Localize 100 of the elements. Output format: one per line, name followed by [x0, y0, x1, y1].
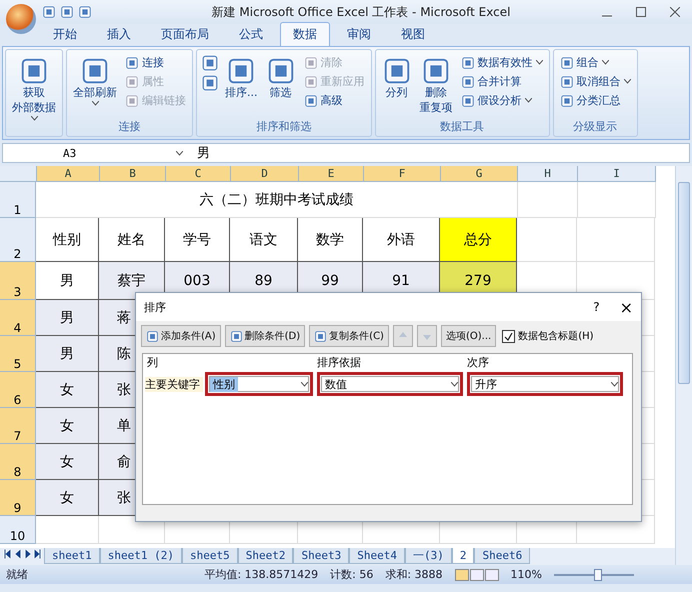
toolbar-button[interactable]: 选项(O)... — [440, 325, 496, 347]
ribbon-button[interactable]: 筛选 — [264, 54, 298, 103]
document-icon — [460, 94, 474, 108]
ribbon-button[interactable]: 连接 — [123, 54, 188, 71]
ribbon-button[interactable]: 排序... — [223, 54, 260, 103]
ribbon-button[interactable]: 删除 重复项 — [418, 54, 454, 118]
table-cell: 女 — [36, 372, 99, 408]
sort-descending-icon — [201, 74, 219, 92]
ribbon-button[interactable]: 假设分析 — [458, 92, 544, 109]
column-header[interactable]: F — [364, 166, 441, 182]
formula-field[interactable]: 男 — [189, 144, 689, 162]
column-header[interactable]: A — [37, 166, 100, 182]
document-icon — [125, 56, 139, 70]
row-header[interactable]: 1 — [0, 182, 36, 218]
row-header[interactable]: 4 — [0, 300, 36, 336]
help-button[interactable]: ? — [593, 300, 600, 314]
row-header[interactable]: 5 — [0, 336, 36, 372]
document-icon — [19, 56, 49, 86]
sheet-tab[interactable]: sheet5 — [182, 548, 238, 564]
table-cell: 语文 — [230, 218, 298, 262]
sort-level-label[interactable]: 主要关键字 — [145, 376, 203, 392]
ribbon-tab[interactable]: 数据 — [280, 22, 330, 46]
document-icon — [314, 330, 328, 342]
row-header[interactable]: 8 — [0, 444, 36, 480]
column-header[interactable]: G — [441, 166, 518, 182]
caret-icon — [611, 382, 618, 386]
ribbon-tab[interactable]: 公式 — [226, 22, 276, 46]
table-cell: 总分 — [440, 218, 517, 262]
checkbox[interactable] — [502, 330, 516, 342]
slider-thumb[interactable] — [594, 568, 602, 580]
toolbar-button[interactable]: 删除条件(D) — [224, 325, 306, 347]
row-header[interactable]: 6 — [0, 372, 36, 408]
empty-cell — [518, 182, 578, 218]
name-box[interactable]: A3 — [3, 146, 189, 160]
sheet-tab[interactable]: 一(3) — [404, 548, 452, 564]
ribbon-button[interactable]: 分类汇总 — [558, 92, 632, 109]
row-header[interactable]: 9 — [0, 480, 36, 516]
select-all-button[interactable] — [0, 166, 37, 182]
close-button[interactable]: × — [620, 298, 633, 316]
order-dropdown[interactable]: 升序 — [471, 376, 619, 392]
zoom-level: 110% — [510, 568, 542, 581]
ribbon-button[interactable]: 组合 — [558, 54, 632, 71]
sheet-tab[interactable]: Sheet6 — [474, 548, 530, 564]
ribbon-button[interactable]: 合并计算 — [458, 73, 544, 90]
sheet-tab[interactable]: sheet1 — [44, 548, 100, 564]
column-header[interactable]: B — [100, 166, 166, 182]
ribbon-button[interactable]: 取消组合 — [558, 73, 632, 90]
ribbon-button[interactable]: 全部刷新 — [71, 54, 119, 108]
table-cell: 外语 — [363, 218, 440, 262]
group-label: 分级显示 — [572, 119, 618, 135]
sort-ascending-icon — [201, 54, 219, 72]
row-header[interactable]: 7 — [0, 408, 36, 444]
column-heading: 次序 — [467, 355, 490, 370]
maximize-icon — [636, 7, 646, 17]
status-average: 平均值: 138.8571429 — [204, 567, 318, 582]
column-header[interactable]: H — [518, 166, 578, 182]
document-icon — [304, 74, 318, 88]
table-cell: 女 — [36, 444, 99, 480]
ribbon-tab[interactable]: 审阅 — [334, 22, 384, 46]
column-dropdown[interactable]: 性别 — [209, 376, 309, 392]
table-cell: 女 — [36, 480, 99, 516]
document-icon — [460, 56, 474, 70]
ribbon-button[interactable]: 高级 — [302, 92, 366, 109]
sheet-tab[interactable]: Sheet4 — [349, 548, 405, 564]
row-header[interactable]: 2 — [0, 218, 36, 262]
column-header[interactable]: C — [166, 166, 231, 182]
group-label: 排序和筛选 — [255, 119, 312, 135]
column-header[interactable]: E — [299, 166, 364, 182]
minimize-icon — [602, 15, 612, 17]
ribbon-tab[interactable]: 插入 — [94, 22, 144, 46]
sheet-tab[interactable]: Sheet3 — [293, 548, 350, 564]
document-icon — [560, 94, 574, 108]
window-title: 新建 Microsoft Office Excel 工作表 - Microsoft Excel — [210, 4, 512, 20]
table-cell: 女 — [36, 408, 99, 444]
view-buttons-icon[interactable] — [454, 568, 499, 580]
document-icon — [560, 56, 574, 70]
close-icon — [230, 330, 243, 342]
column-header[interactable]: I — [578, 166, 656, 182]
row-header[interactable]: 3 — [0, 262, 36, 300]
toolbar-button[interactable]: 添加条件(A) — [141, 325, 221, 347]
ribbon-button[interactable]: 数据有效性 — [458, 54, 544, 71]
row-header[interactable]: 10 — [0, 516, 36, 544]
sheet-tab[interactable]: Sheet2 — [238, 548, 294, 564]
ribbon-button[interactable]: 获取 外部数据 — [10, 54, 58, 123]
sheet-tab[interactable]: sheet1 (2) — [100, 548, 182, 564]
ribbon-tab[interactable]: 页面布局 — [148, 22, 222, 46]
dialog-title: 排序 — [144, 300, 167, 314]
sheet-tab[interactable]: 2 — [452, 548, 474, 564]
column-header[interactable]: D — [231, 166, 299, 182]
ribbon-button[interactable]: 分列 — [380, 54, 414, 103]
group-label: 数据工具 — [439, 119, 485, 135]
sort-on-dropdown[interactable]: 数值 — [321, 376, 459, 392]
vertical-scrollbar[interactable] — [675, 166, 692, 565]
ribbon-tab[interactable]: 开始 — [40, 22, 90, 46]
table-cell: 学号 — [165, 218, 230, 262]
ribbon-tab[interactable]: 视图 — [388, 22, 438, 46]
toolbar-button[interactable]: 复制条件(C) — [309, 325, 389, 347]
column-heading: 排序依据 — [317, 355, 362, 370]
office-logo-icon[interactable] — [6, 4, 36, 34]
document-icon — [125, 74, 139, 88]
